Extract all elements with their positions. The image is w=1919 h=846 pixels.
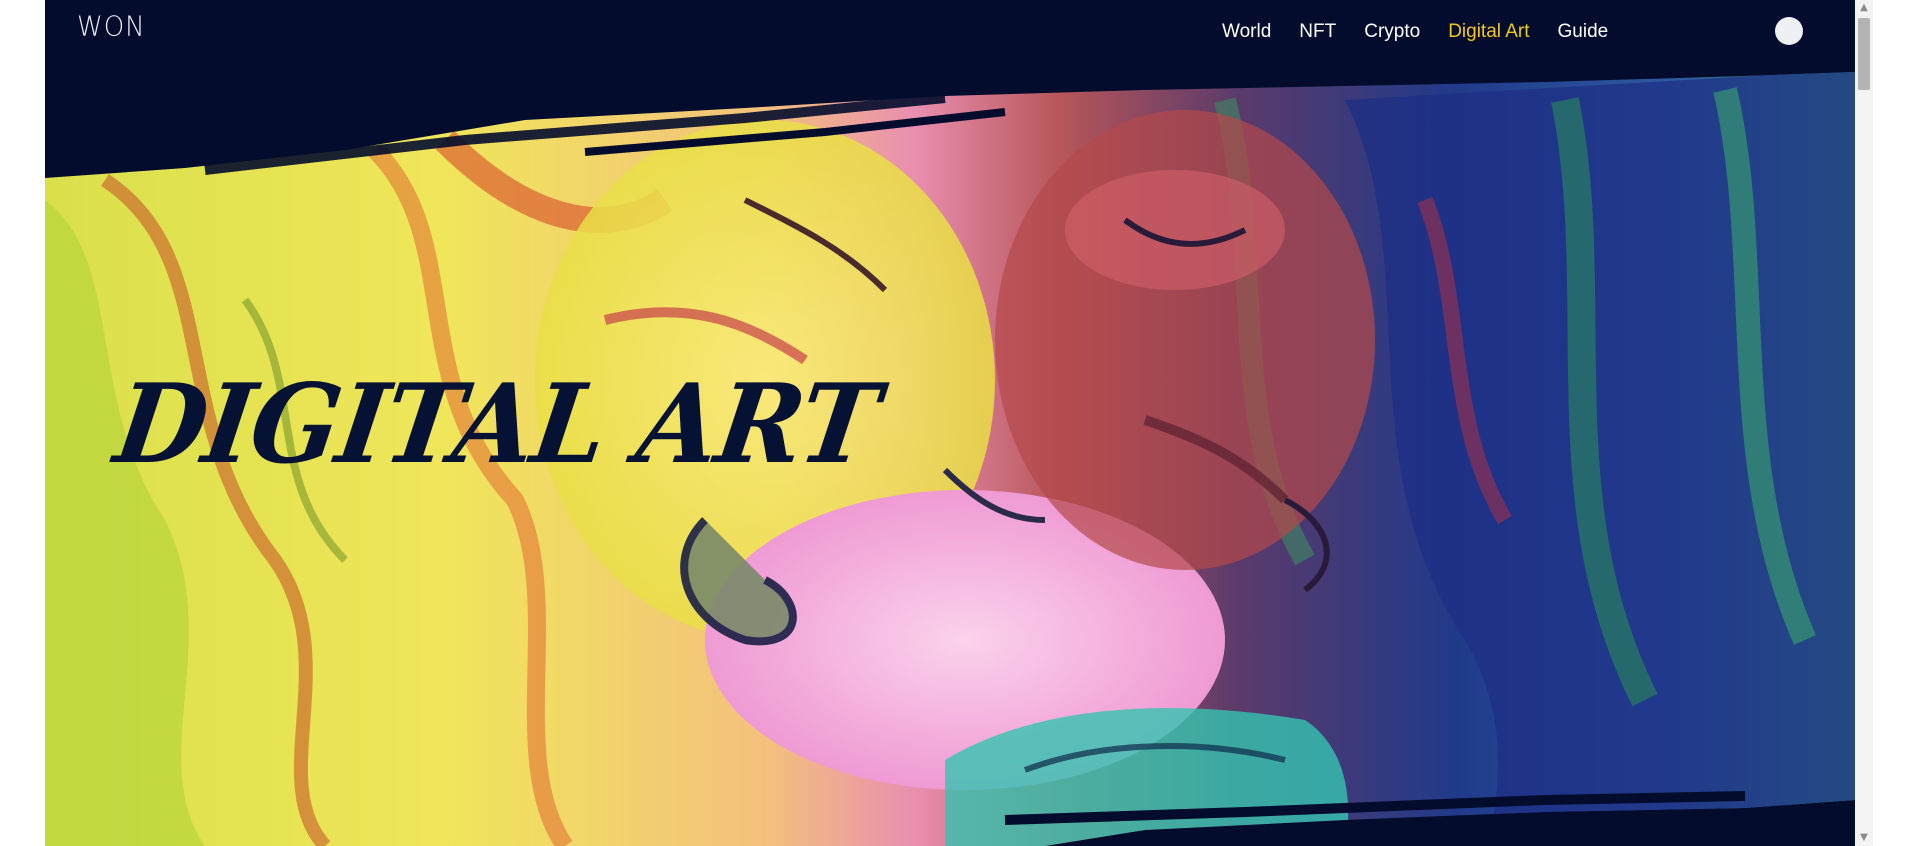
menu-item-guide[interactable]: Guide bbox=[1558, 20, 1609, 44]
hero-title: DIGITAL ART bbox=[107, 358, 885, 489]
menu-item-digital-art[interactable]: Digital Art bbox=[1448, 20, 1529, 44]
top-navigation: WON World NFT Crypto Digital Art Guide bbox=[45, 0, 1855, 64]
page: DIGITAL ART WON World NFT Crypto Digital… bbox=[45, 0, 1855, 846]
menu-item-world[interactable]: World bbox=[1222, 20, 1271, 44]
scroll-down-arrow-icon[interactable]: ▼ bbox=[1855, 830, 1873, 846]
user-avatar-icon[interactable] bbox=[1775, 17, 1803, 45]
main-menu: World NFT Crypto Digital Art Guide bbox=[1222, 20, 1636, 44]
menu-item-crypto[interactable]: Crypto bbox=[1364, 20, 1420, 44]
scroll-up-arrow-icon[interactable]: ▲ bbox=[1855, 0, 1873, 16]
vertical-scrollbar[interactable]: ▲ ▼ bbox=[1855, 0, 1873, 846]
site-logo[interactable]: WON bbox=[77, 11, 146, 43]
menu-item-nft[interactable]: NFT bbox=[1299, 20, 1336, 44]
scroll-thumb[interactable] bbox=[1858, 18, 1870, 90]
